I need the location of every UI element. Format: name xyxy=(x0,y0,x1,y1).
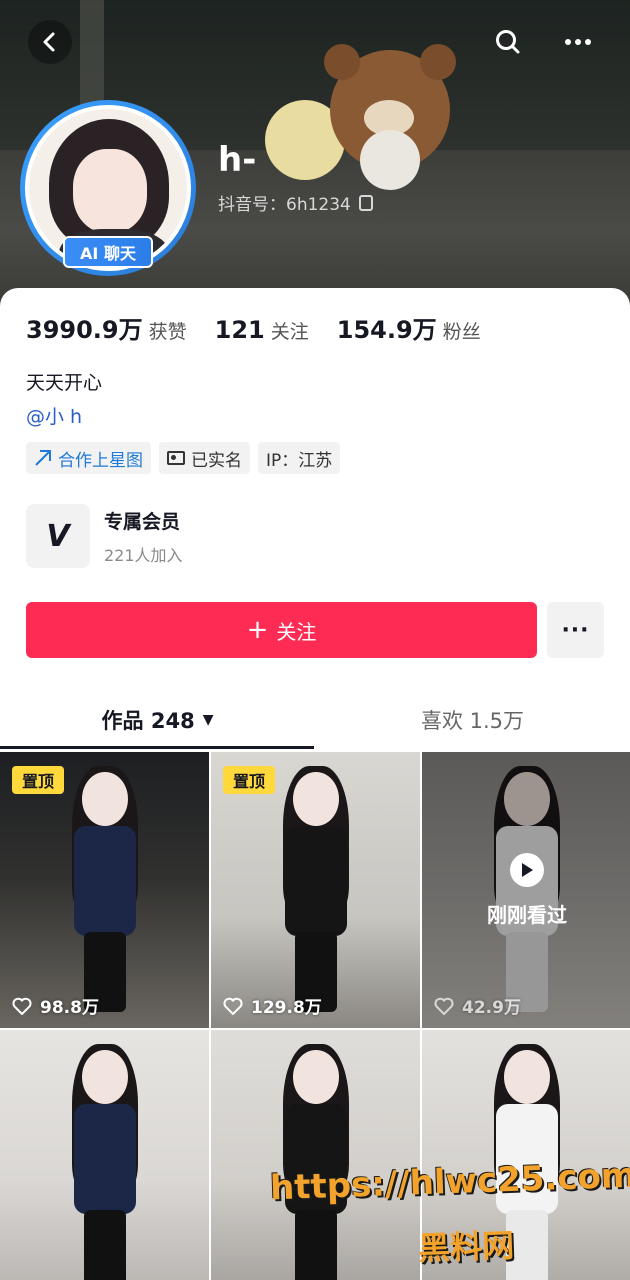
more-options-button[interactable] xyxy=(556,20,600,64)
stats-row: 3990.9万 获赞 121 关注 154.9万 粉丝 xyxy=(26,310,509,345)
thumbnail-figure xyxy=(271,766,361,1012)
video-likes: 98.8万 xyxy=(12,993,99,1018)
more-actions-button[interactable]: ··· xyxy=(547,602,604,658)
douyin-id-text: 抖音号：6h1234 xyxy=(218,195,351,215)
profile-tags: 合作上星图 已实名 IP：江苏 xyxy=(26,442,341,474)
recently-viewed-overlay: 刚刚看过 xyxy=(422,752,630,1028)
thumbnail-figure xyxy=(60,1044,150,1280)
stat-number: 121 xyxy=(214,316,265,344)
profile-nickname: h- xyxy=(218,140,257,180)
heart-icon xyxy=(434,997,454,1015)
tab-label: 喜欢 1.5万 xyxy=(420,709,525,733)
watermark-name: 黑料网 xyxy=(417,1226,515,1268)
copy-icon[interactable] xyxy=(358,194,373,211)
member-logo-icon: V xyxy=(26,504,90,568)
thumbnail-figure xyxy=(60,766,150,1012)
video-thumbnail[interactable]: 置顶 129.8万 xyxy=(211,752,420,1028)
follow-label: 关注 xyxy=(276,619,317,644)
search-button[interactable] xyxy=(486,20,530,64)
video-thumbnail[interactable] xyxy=(0,1030,209,1280)
stat-number: 154.9万 xyxy=(336,316,437,344)
likes-count: 98.8万 xyxy=(40,998,99,1018)
stat-number: 3990.9万 xyxy=(26,316,143,344)
star-map-icon xyxy=(35,450,51,466)
tab-works[interactable]: 作品 248 ▼ xyxy=(0,688,315,752)
likes-count: 129.8万 xyxy=(251,998,322,1018)
search-icon xyxy=(496,30,520,54)
likes-count: 42.9万 xyxy=(462,998,521,1018)
content-tabs: 作品 248 ▼ 喜欢 1.5万 xyxy=(0,688,630,752)
tag-label: 合作上星图 xyxy=(58,450,143,471)
stat-label: 关注 xyxy=(270,321,309,343)
mention-link[interactable]: @小 h xyxy=(26,402,82,429)
video-likes: 129.8万 xyxy=(223,993,322,1018)
tab-likes[interactable]: 喜欢 1.5万 xyxy=(315,688,630,752)
heart-icon xyxy=(223,997,243,1015)
play-icon xyxy=(510,852,544,887)
chevron-left-icon xyxy=(43,32,55,52)
member-title: 专属会员 xyxy=(104,510,181,533)
video-thumbnail[interactable]: 置顶 98.8万 xyxy=(0,752,209,1028)
tag-verified[interactable]: 已实名 xyxy=(159,442,250,474)
recently-viewed-label: 刚刚看过 xyxy=(487,902,567,927)
stat-likes[interactable]: 3990.9万 获赞 xyxy=(26,310,187,345)
plush-white-image xyxy=(360,130,420,190)
video-thumbnail[interactable] xyxy=(211,1030,420,1280)
stat-following[interactable]: 121 关注 xyxy=(215,316,309,344)
follow-button[interactable]: + 关注 xyxy=(26,602,537,658)
tag-label: 已实名 xyxy=(191,450,242,471)
ai-chat-badge[interactable]: AI 聊天 xyxy=(63,236,153,268)
pinned-badge: 置顶 xyxy=(223,766,275,794)
stat-followers[interactable]: 154.9万 粉丝 xyxy=(337,310,481,345)
pinned-badge: 置顶 xyxy=(12,766,64,794)
id-card-icon xyxy=(167,451,185,465)
stat-label: 获赞 xyxy=(148,321,187,343)
video-thumbnail[interactable]: 刚刚看过 42.9万 xyxy=(422,752,630,1028)
member-subtitle: 221人加入 xyxy=(104,545,183,565)
active-tab-indicator xyxy=(0,746,314,749)
member-entry[interactable]: V 专属会员 221人加入 xyxy=(26,504,183,568)
tab-label: 作品 248 xyxy=(101,709,195,733)
douyin-id[interactable]: 抖音号：6h1234 xyxy=(218,190,373,215)
tag-star-map[interactable]: 合作上星图 xyxy=(26,442,151,474)
more-dots-icon xyxy=(565,39,591,45)
tag-label: IP：江苏 xyxy=(266,450,333,471)
plus-icon: + xyxy=(246,615,269,645)
video-likes: 42.9万 xyxy=(434,993,521,1018)
ai-chat-label: AI 聊天 xyxy=(80,244,136,263)
caret-down-icon: ▼ xyxy=(202,712,214,728)
stat-label: 粉丝 xyxy=(442,321,481,343)
back-button[interactable] xyxy=(28,20,72,64)
heart-icon xyxy=(12,997,32,1015)
profile-bio: 天天开心 xyxy=(26,372,103,394)
tag-ip-location: IP：江苏 xyxy=(258,442,341,474)
